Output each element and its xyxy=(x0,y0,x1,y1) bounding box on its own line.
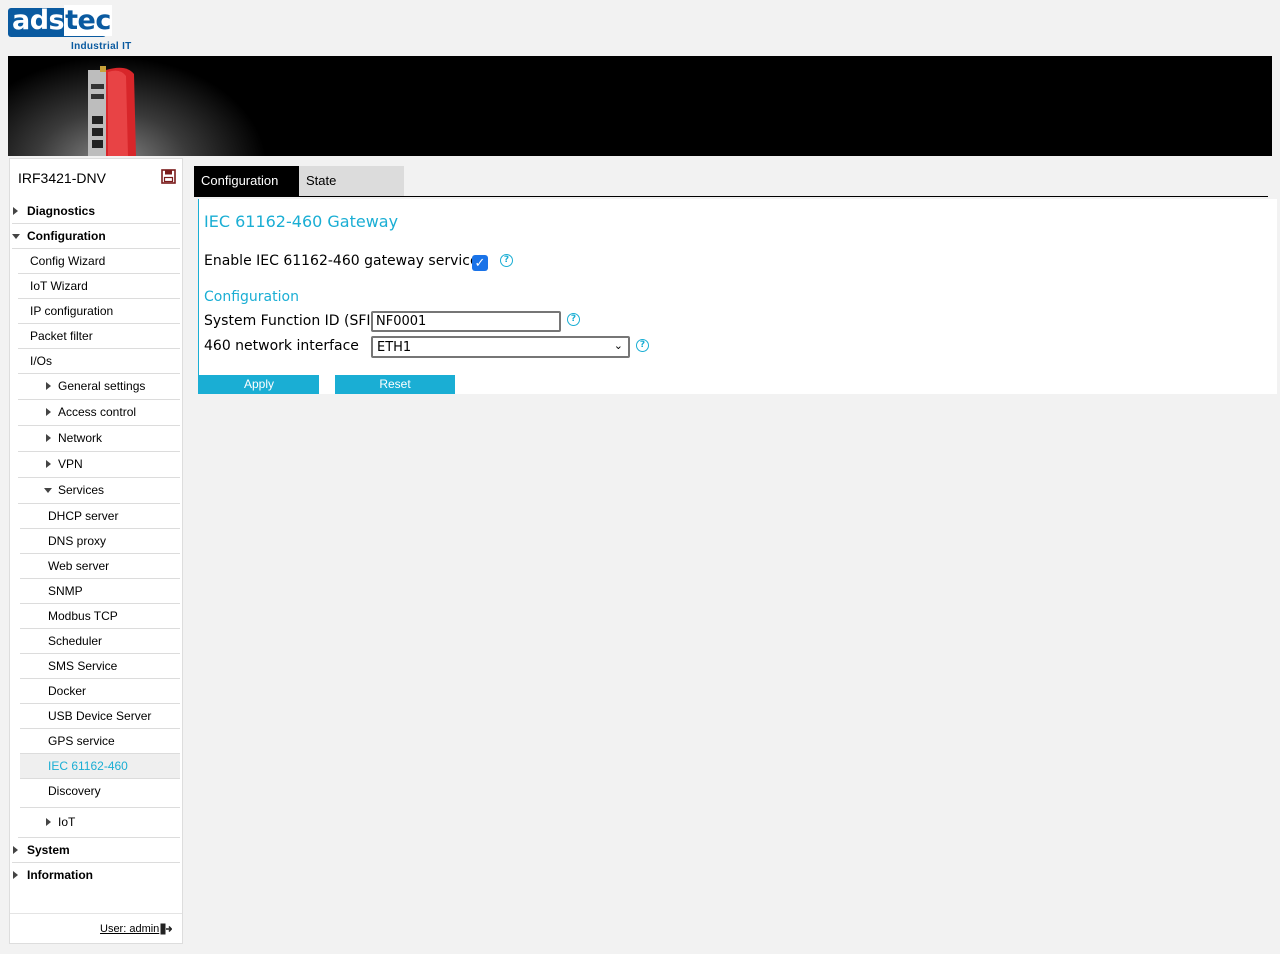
sidebar-menu: Diagnostics Configuration Config Wizard … xyxy=(10,199,182,887)
sidebar-item-label: Config Wizard xyxy=(30,254,106,268)
expand-triangle-icon xyxy=(46,460,51,468)
logo-text-tec: tec xyxy=(64,5,112,36)
tab-configuration[interactable]: Configuration xyxy=(194,166,299,196)
sidebar-item-system[interactable]: System xyxy=(12,838,180,863)
sidebar-item-general-settings[interactable]: General settings xyxy=(18,374,180,400)
sidebar-item-label: GPS service xyxy=(48,734,115,748)
sidebar-item-network[interactable]: Network xyxy=(18,426,180,452)
save-icon[interactable] xyxy=(161,169,176,184)
logo-tagline: Industrial IT xyxy=(71,41,132,52)
device-name: IRF3421-DNV xyxy=(18,170,106,186)
sfi-label: System Function ID (SFI) xyxy=(204,313,377,329)
sidebar-item-label: IP configuration xyxy=(30,304,114,318)
expand-triangle-icon xyxy=(46,434,51,442)
sidebar: IRF3421-DNV Diagnostics Configuration Co… xyxy=(9,158,183,944)
sidebar-item-label: SNMP xyxy=(48,584,83,598)
sidebar-item-ios[interactable]: I/Os xyxy=(18,349,180,374)
sidebar-item-web-server[interactable]: Web server xyxy=(20,554,180,579)
network-interface-label: 460 network interface xyxy=(204,338,359,354)
sidebar-item-snmp[interactable]: SNMP xyxy=(20,579,180,604)
logo-wordmark: adstec xyxy=(12,5,112,36)
sidebar-item-information[interactable]: Information xyxy=(12,863,180,887)
sidebar-item-label: General settings xyxy=(58,379,146,393)
sidebar-item-gps-service[interactable]: GPS service xyxy=(20,729,180,754)
sidebar-item-label: DNS proxy xyxy=(48,534,107,548)
sidebar-item-label: Services xyxy=(58,483,105,497)
sidebar-item-label: Scheduler xyxy=(48,634,103,648)
sidebar-item-ip-configuration[interactable]: IP configuration xyxy=(18,299,180,324)
help-icon[interactable]: ? xyxy=(567,313,580,326)
logo-text-ads: ads xyxy=(12,5,65,36)
sidebar-item-label: IoT xyxy=(58,815,76,829)
sidebar-item-diagnostics[interactable]: Diagnostics xyxy=(12,199,180,224)
router-device-image xyxy=(88,66,136,156)
sidebar-item-label: Packet filter xyxy=(30,329,93,343)
expand-triangle-icon xyxy=(13,846,18,854)
sidebar-item-packet-filter[interactable]: Packet filter xyxy=(18,324,180,349)
sidebar-item-vpn[interactable]: VPN xyxy=(18,452,180,478)
sidebar-item-docker[interactable]: Docker xyxy=(20,679,180,704)
sidebar-item-label: USB Device Server xyxy=(48,709,152,723)
expand-triangle-icon xyxy=(46,818,51,826)
network-interface-value: ETH1 xyxy=(377,340,412,355)
sidebar-footer-divider xyxy=(10,913,182,914)
sidebar-item-modbus-tcp[interactable]: Modbus TCP xyxy=(20,604,180,629)
sidebar-item-label: System xyxy=(27,843,70,857)
expand-triangle-icon xyxy=(46,408,51,416)
sidebar-item-label: IoT Wizard xyxy=(30,279,88,293)
expand-triangle-icon xyxy=(13,207,18,215)
chevron-down-icon: ⌄ xyxy=(613,339,623,352)
sidebar-item-label: Configuration xyxy=(27,229,106,243)
sidebar-item-label: Modbus TCP xyxy=(48,609,118,623)
reset-button[interactable]: Reset xyxy=(335,375,455,394)
collapse-triangle-icon xyxy=(44,488,52,493)
sidebar-item-label: Access control xyxy=(58,405,137,419)
sidebar-item-dhcp-server[interactable]: DHCP server xyxy=(20,504,180,529)
sidebar-item-label: DHCP server xyxy=(48,509,119,523)
user-link[interactable]: User: admin xyxy=(100,923,159,935)
sfi-input[interactable]: NF0001 xyxy=(371,311,561,332)
tab-state[interactable]: State xyxy=(299,166,404,196)
sidebar-item-discovery[interactable]: Discovery xyxy=(20,779,180,808)
sidebar-item-label: Network xyxy=(58,431,103,445)
header-banner xyxy=(8,56,1272,156)
tab-underline xyxy=(194,196,1268,197)
logout-icon[interactable] xyxy=(160,923,172,935)
collapse-triangle-icon xyxy=(12,234,20,239)
sidebar-item-iot[interactable]: IoT xyxy=(18,808,180,838)
expand-triangle-icon xyxy=(46,382,51,390)
content-panel: IEC 61162-460 Gateway Enable IEC 61162-4… xyxy=(198,199,1277,394)
sidebar-item-dns-proxy[interactable]: DNS proxy xyxy=(20,529,180,554)
sidebar-item-label: VPN xyxy=(58,457,83,471)
enable-service-label: Enable IEC 61162-460 gateway service: xyxy=(204,253,484,269)
sidebar-item-scheduler[interactable]: Scheduler xyxy=(20,629,180,654)
adstec-logo: adstec Industrial IT xyxy=(8,5,138,54)
sidebar-item-config-wizard[interactable]: Config Wizard xyxy=(18,249,180,274)
network-interface-select[interactable]: ETH1 ⌄ xyxy=(371,336,630,358)
sidebar-item-iot-wizard[interactable]: IoT Wizard xyxy=(18,274,180,299)
enable-service-checkbox[interactable]: ✓ xyxy=(472,255,488,271)
expand-triangle-icon xyxy=(13,871,18,879)
sidebar-item-label: Information xyxy=(27,868,93,882)
sidebar-item-access-control[interactable]: Access control xyxy=(18,400,180,426)
page-title: IEC 61162-460 Gateway xyxy=(204,212,399,231)
sidebar-item-sms-service[interactable]: SMS Service xyxy=(20,654,180,679)
sidebar-item-label: Discovery xyxy=(48,784,101,798)
sidebar-item-iec-61162-460[interactable]: IEC 61162-460 xyxy=(20,754,180,779)
apply-button[interactable]: Apply xyxy=(199,375,319,394)
sidebar-item-label: SMS Service xyxy=(48,659,118,673)
sidebar-item-label: Docker xyxy=(48,684,87,698)
section-title-configuration: Configuration xyxy=(204,289,299,305)
sidebar-item-services[interactable]: Services xyxy=(18,478,180,504)
sidebar-item-configuration[interactable]: Configuration xyxy=(12,224,180,249)
sidebar-item-label: Web server xyxy=(48,559,110,573)
help-icon[interactable]: ? xyxy=(636,339,649,352)
help-icon[interactable]: ? xyxy=(500,254,513,267)
sidebar-item-label: I/Os xyxy=(30,354,53,368)
sidebar-item-label: IEC 61162-460 xyxy=(48,759,128,773)
sidebar-item-label: Diagnostics xyxy=(27,204,96,218)
sidebar-item-usb-device-server[interactable]: USB Device Server xyxy=(20,704,180,729)
